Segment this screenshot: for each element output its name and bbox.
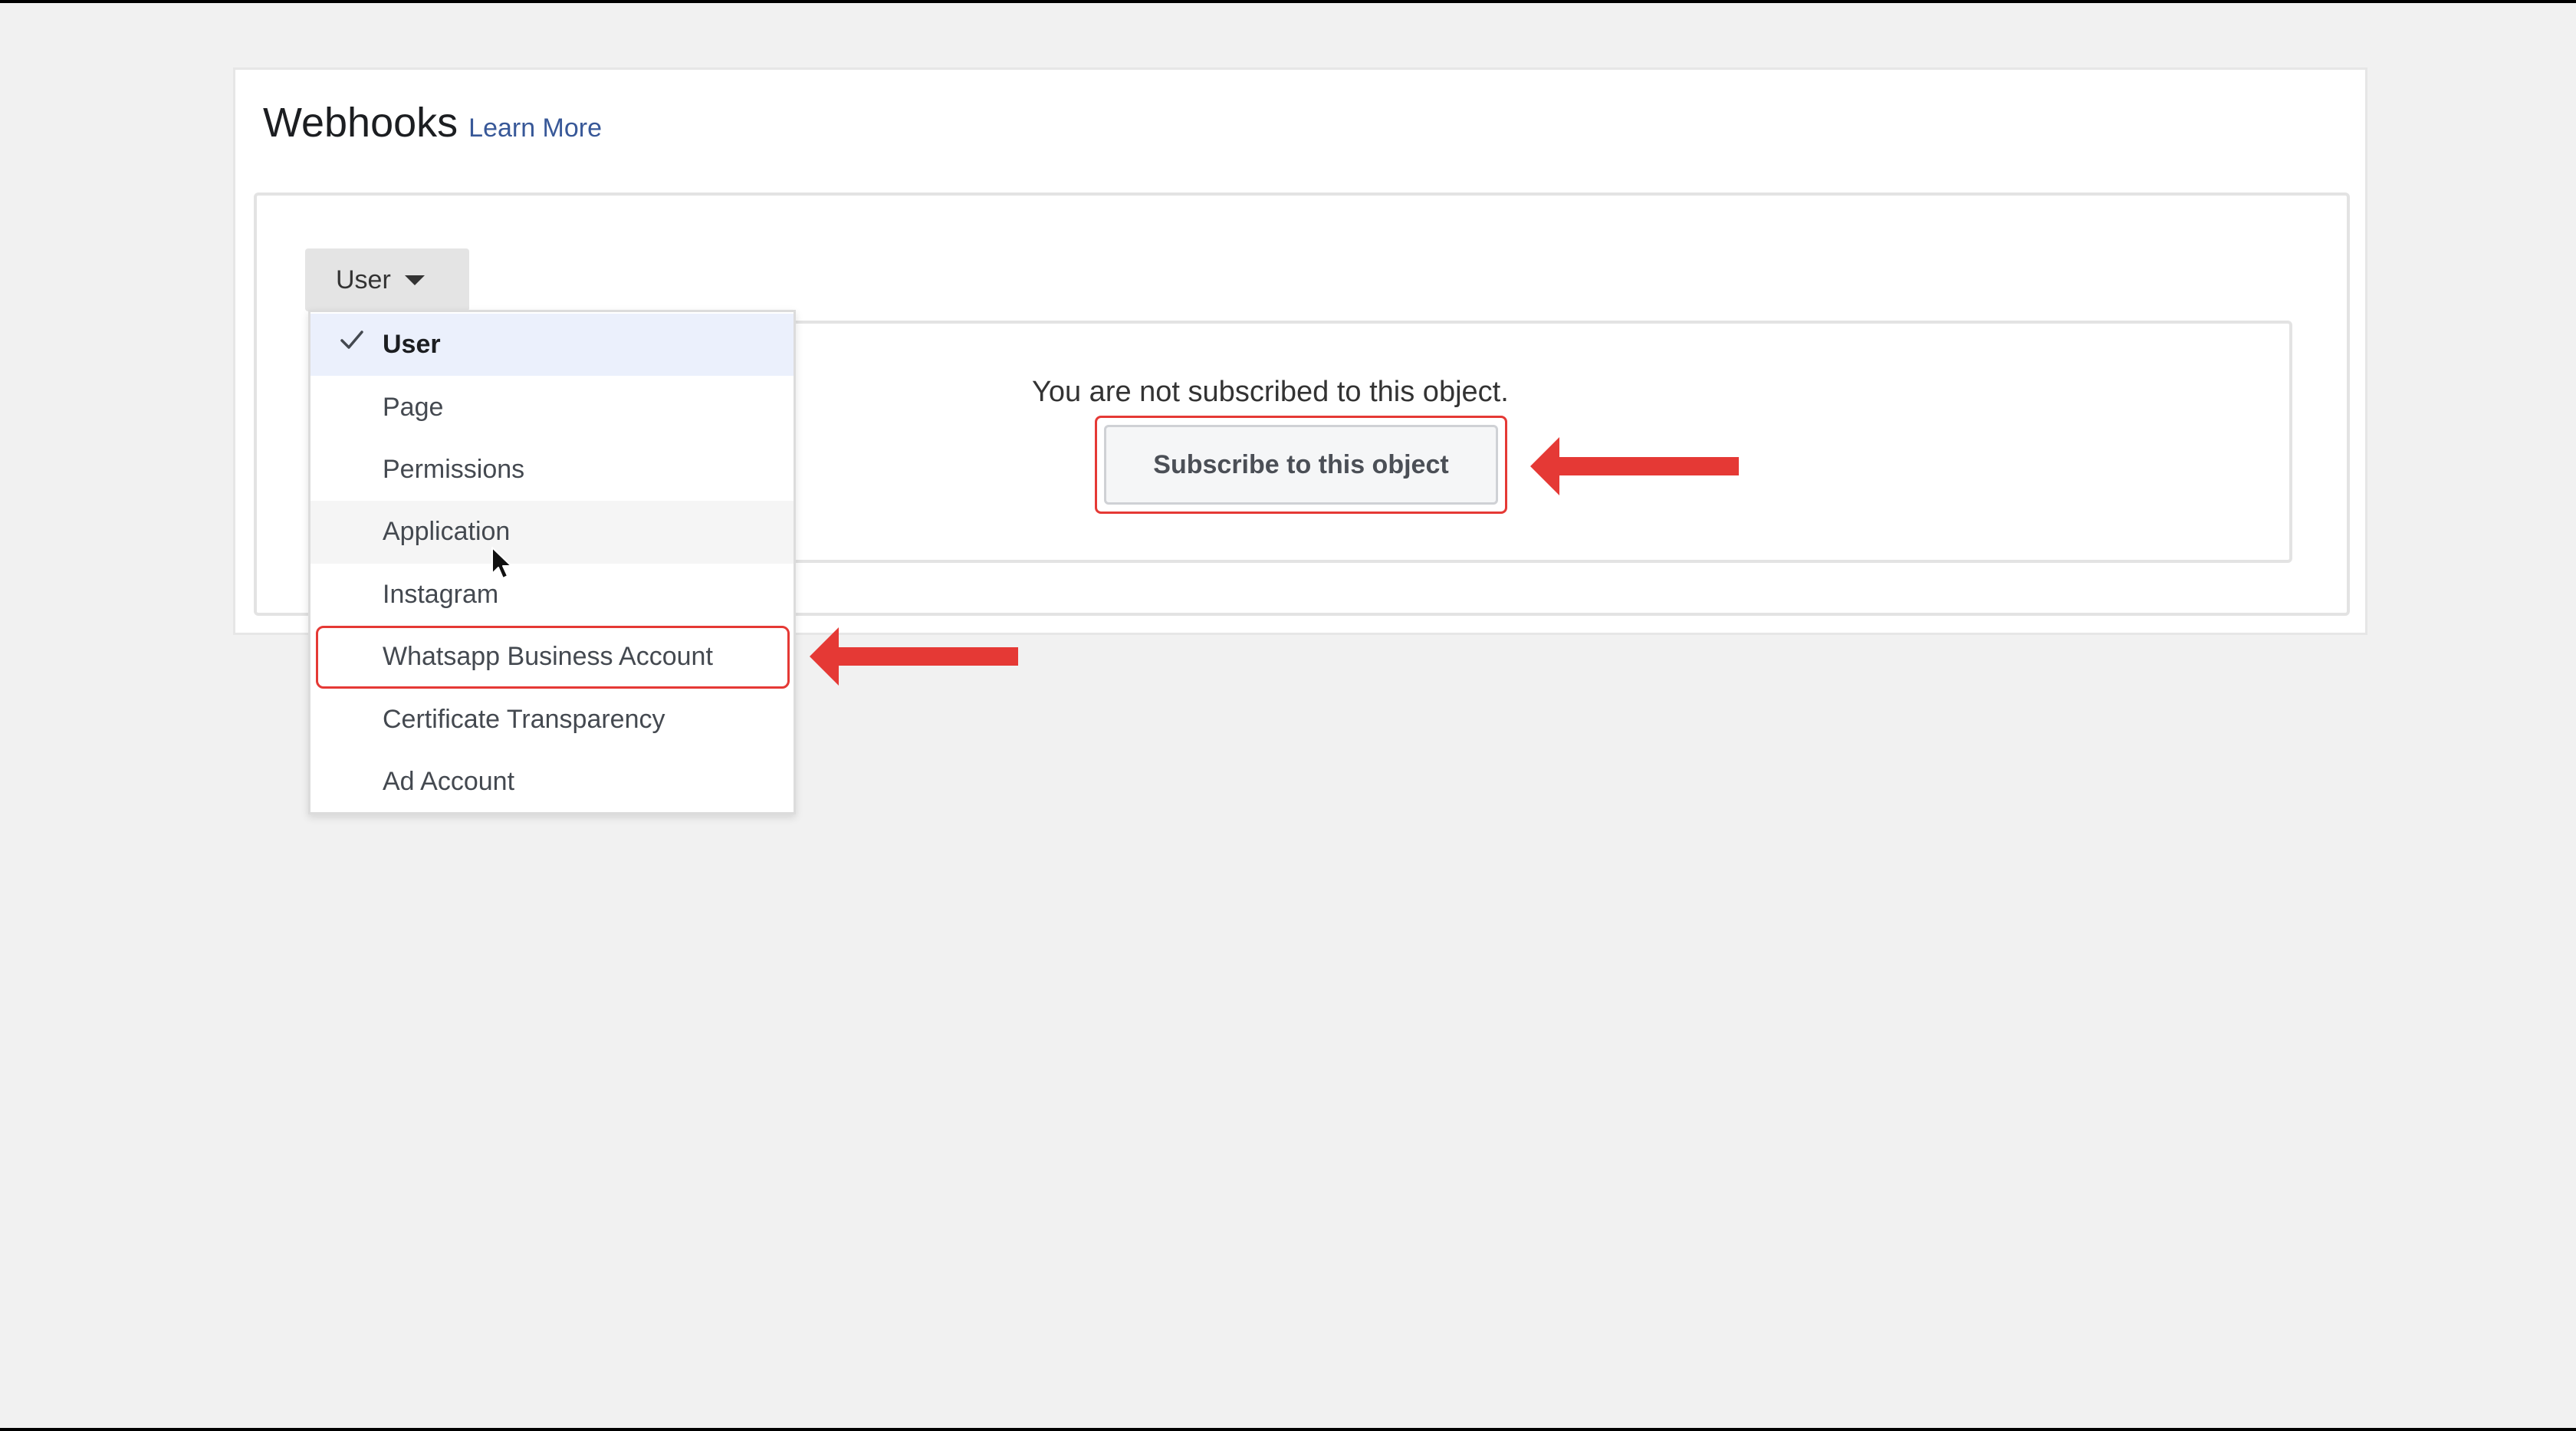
red-arrow-left-icon	[1530, 437, 1739, 495]
learn-more-link[interactable]: Learn More	[468, 113, 602, 143]
object-type-dropdown[interactable]: User	[305, 248, 469, 311]
screen-background: Webhooks Learn More You are not subscrib…	[0, 3, 2576, 1428]
object-type-menu: User Page Permissions Application Instag…	[308, 310, 796, 814]
subscribe-button[interactable]: Subscribe to this object	[1104, 425, 1498, 505]
menu-item-label: Permissions	[383, 454, 525, 484]
page-title: Webhooks	[263, 100, 458, 146]
menu-item-page[interactable]: Page	[310, 376, 794, 438]
menu-item-application[interactable]: Application	[310, 501, 794, 564]
menu-item-label: Ad Account	[383, 766, 515, 796]
menu-item-ad-account[interactable]: Ad Account	[310, 751, 794, 813]
menu-item-label: Instagram	[383, 579, 499, 609]
mouse-pointer-icon	[491, 547, 512, 579]
subscription-status-text: You are not subscribed to this object.	[1032, 376, 1509, 408]
checkmark-icon	[340, 331, 363, 349]
menu-item-whatsapp-business-account[interactable]: Whatsapp Business Account	[310, 626, 794, 688]
menu-item-label: User	[383, 330, 441, 360]
menu-item-label: Page	[383, 392, 444, 422]
panel-header: Webhooks Learn More	[263, 99, 602, 146]
dropdown-selected-label: User	[336, 265, 391, 294]
menu-item-permissions[interactable]: Permissions	[310, 439, 794, 501]
caret-down-icon	[404, 275, 425, 285]
red-arrow-left-icon	[810, 627, 1018, 686]
menu-item-label: Whatsapp Business Account	[383, 642, 713, 672]
menu-item-certificate-transparency[interactable]: Certificate Transparency	[310, 688, 794, 750]
menu-item-label: Application	[383, 517, 511, 547]
menu-item-label: Certificate Transparency	[383, 704, 665, 734]
menu-item-user[interactable]: User	[310, 314, 794, 377]
menu-item-instagram[interactable]: Instagram	[310, 564, 794, 626]
